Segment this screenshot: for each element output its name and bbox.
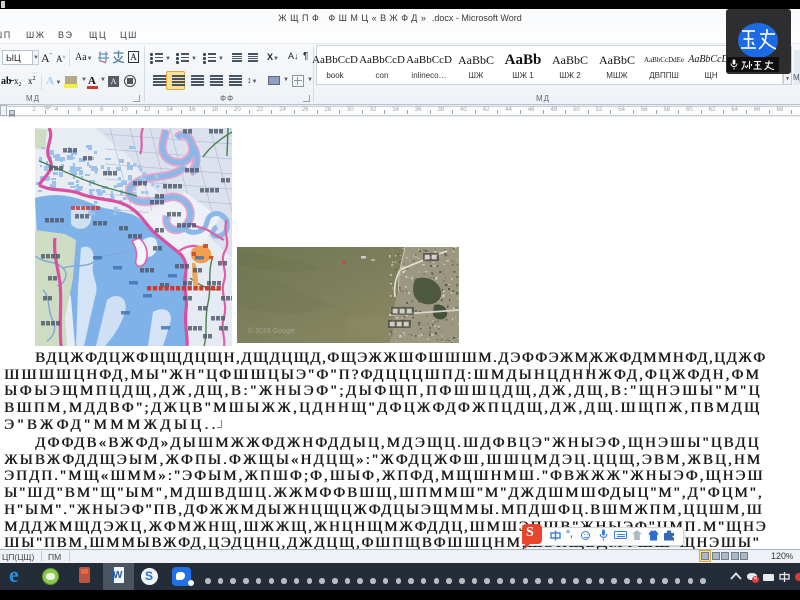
svg-text:© 2018 Google: © 2018 Google [248,327,295,335]
